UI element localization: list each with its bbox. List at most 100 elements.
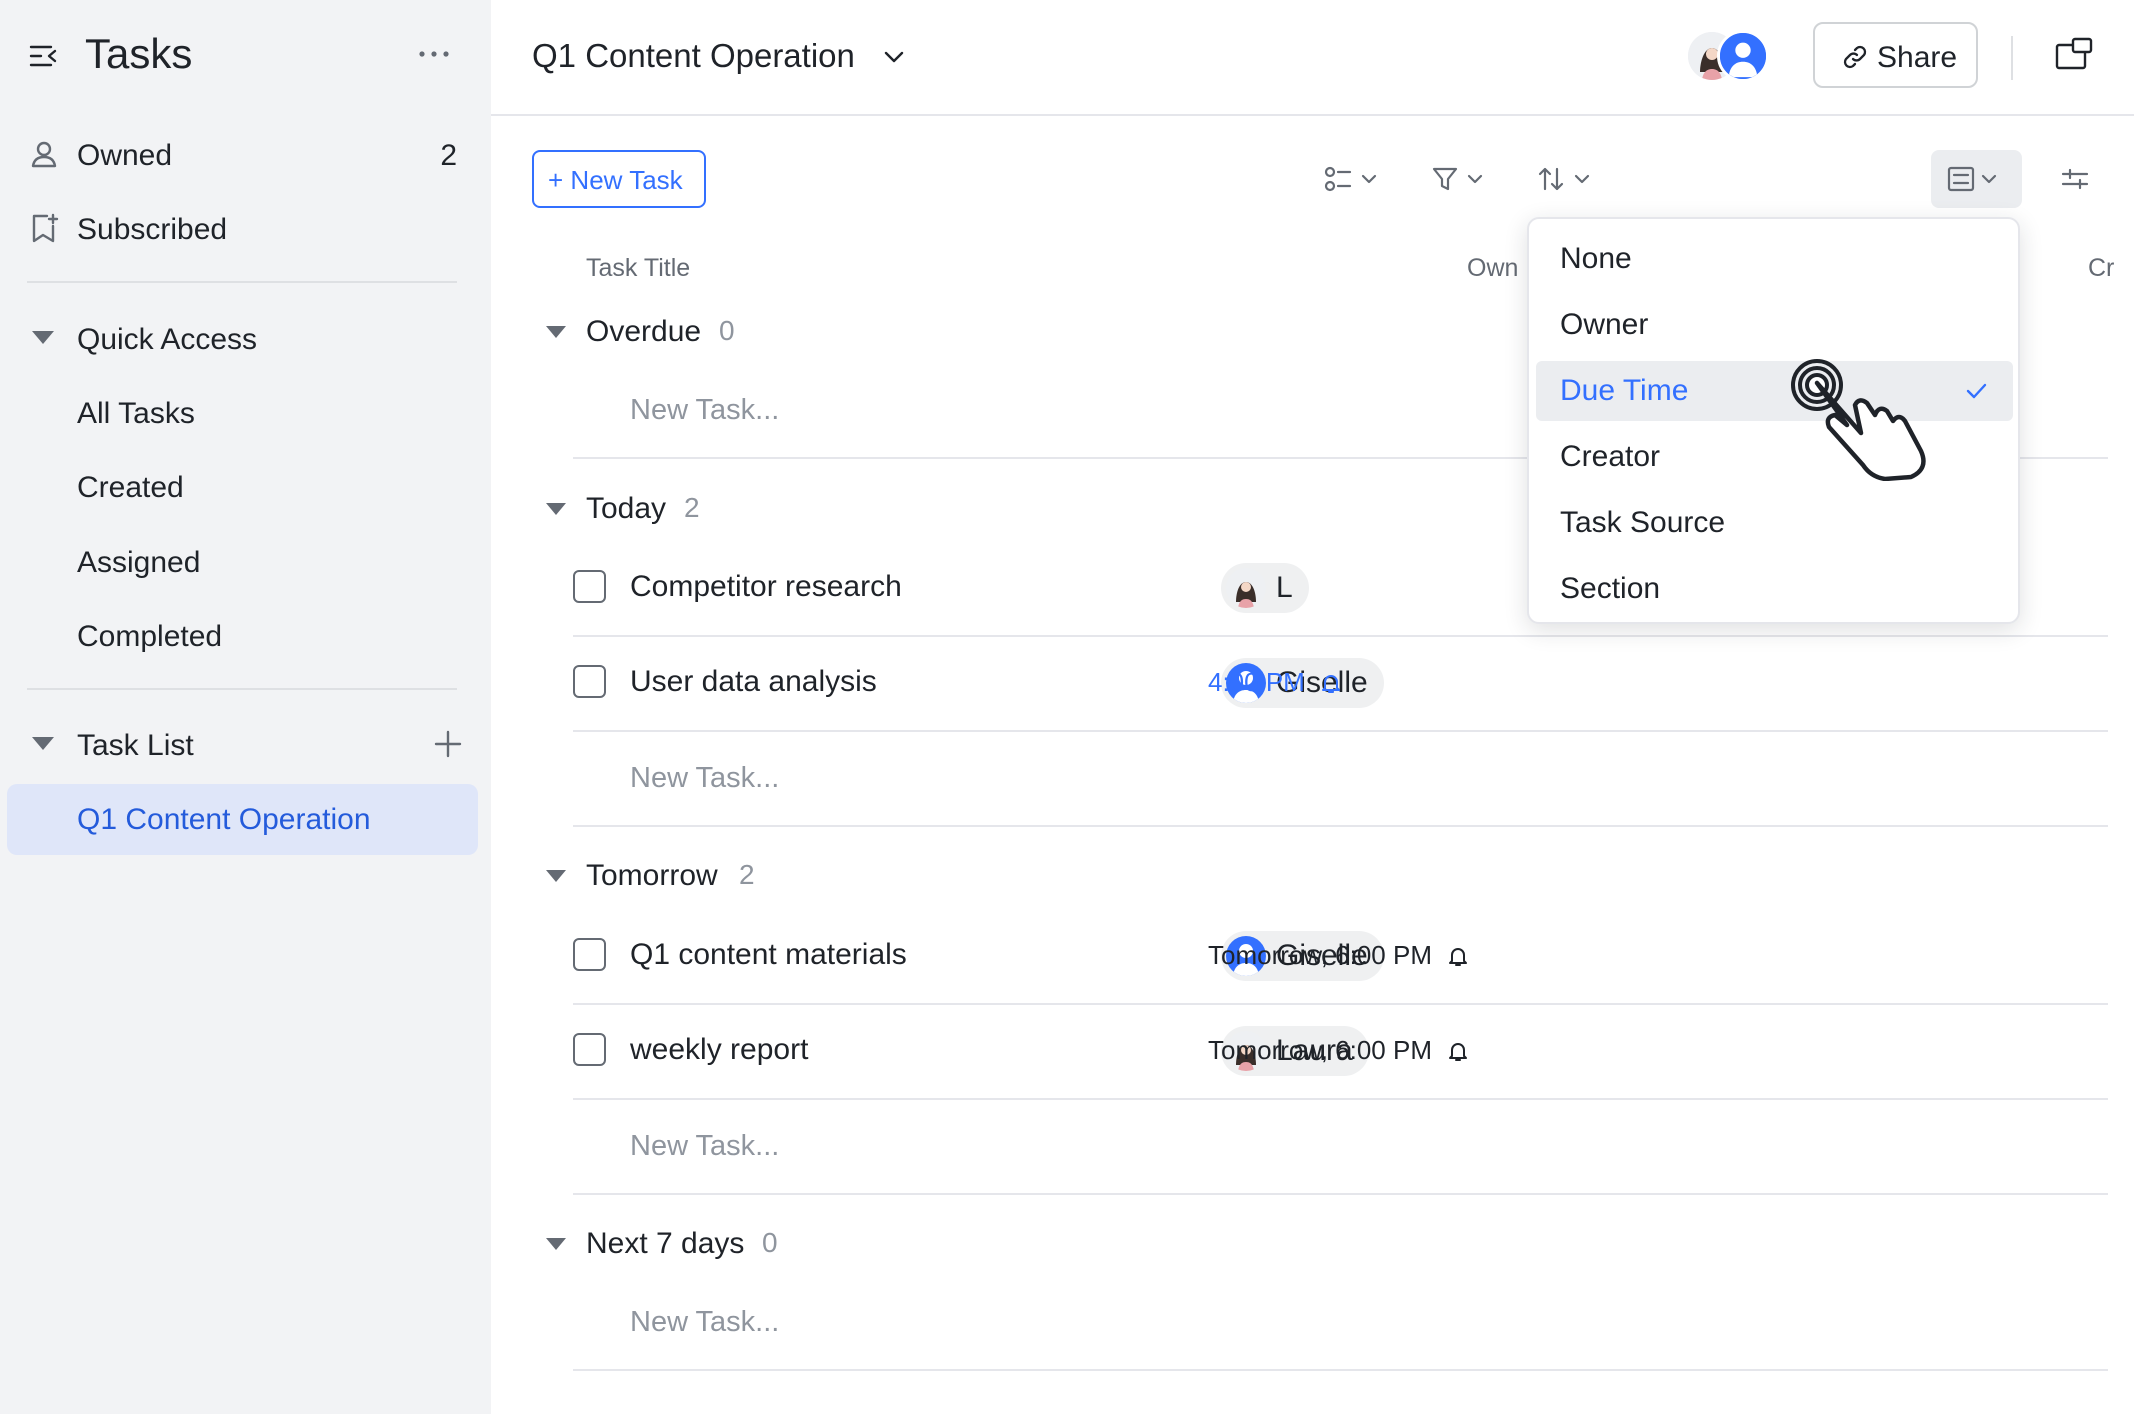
group-count: 0: [719, 315, 735, 346]
collapse-triangle-icon: [546, 503, 566, 515]
group-label: Tomorrow: [586, 859, 718, 892]
menu-item-label: Task Source: [1560, 506, 1726, 539]
menu-item-label: Owner: [1560, 308, 1649, 341]
bookmark-star-icon: [32, 213, 59, 243]
new-task-placeholder: New Task...: [630, 1306, 780, 1338]
open-in-window-icon[interactable]: [2054, 36, 2094, 72]
owner-chip[interactable]: L: [1221, 563, 1309, 613]
due-time-text: Tomorrow, 6:00 PM: [1208, 940, 1432, 970]
task-row[interactable]: User data analysis Giselle 4:00 PM: [573, 637, 2108, 732]
sidebar-section-quick-access[interactable]: Quick Access: [0, 301, 491, 375]
sidebar-divider: [27, 688, 457, 690]
task-title: User data analysis: [630, 665, 877, 698]
filter-icon: [1432, 167, 1483, 191]
sidebar-item-all-tasks[interactable]: All Tasks: [0, 375, 491, 449]
menu-item-label: Creator: [1560, 440, 1661, 473]
group-header-tomorrow[interactable]: Tomorrow 2: [491, 846, 2134, 906]
task-title: Competitor research: [630, 570, 902, 603]
group-by-button[interactable]: [1931, 150, 2022, 208]
sort-button[interactable]: [1538, 150, 1600, 208]
new-task-row[interactable]: New Task...: [573, 732, 2108, 827]
menu-item-none[interactable]: None: [1536, 229, 2013, 289]
filter-button[interactable]: [1431, 150, 1493, 208]
sidebar-item-completed[interactable]: Completed: [0, 598, 491, 672]
more-icon[interactable]: [414, 36, 454, 72]
sidebar-item-assigned[interactable]: Assigned: [0, 524, 491, 598]
share-label: Share: [1877, 41, 1958, 74]
task-checkbox[interactable]: [573, 570, 606, 603]
sidebar-item-label: Q1 Content Operation: [77, 803, 371, 836]
project-title[interactable]: Q1 Content Operation: [532, 37, 855, 75]
task-row[interactable]: Q1 content materials Giselle Tomorrow, 6…: [573, 910, 2108, 1005]
member-avatar[interactable]: [1717, 30, 1769, 82]
collapse-sidebar-icon[interactable]: [28, 40, 60, 72]
sidebar-item-subscribed[interactable]: Subscribed: [0, 191, 491, 265]
sidebar-item-label: Subscribed: [77, 213, 228, 246]
column-header-owner[interactable]: Own: [1467, 254, 1518, 283]
new-task-placeholder: New Task...: [630, 394, 780, 426]
group-count: 2: [684, 492, 700, 523]
new-task-placeholder: New Task...: [630, 762, 780, 794]
due-time[interactable]: 4:00 PM: [1208, 667, 1343, 698]
menu-item-task-source[interactable]: Task Source: [1536, 493, 2013, 553]
menu-item-section[interactable]: Section: [1536, 559, 2013, 619]
task-checkbox[interactable]: [573, 938, 606, 971]
menu-item-label: Due Time: [1560, 374, 1689, 407]
group-list-icon: [1947, 166, 1997, 192]
sidebar-section-task-list[interactable]: Task List: [0, 707, 491, 781]
owner-name: L: [1276, 571, 1293, 604]
group-by-menu: None Owner Due Time Creator Task Source …: [1527, 217, 2020, 624]
section-label: Task List: [77, 729, 194, 762]
check-icon: [1966, 383, 1987, 399]
group-label: Overdue: [586, 315, 702, 348]
bell-icon: [1448, 947, 1467, 966]
new-task-row[interactable]: New Task...: [573, 1100, 2108, 1195]
sidebar: Tasks Owned 2 Subscribed Quick Access Al…: [0, 0, 491, 1414]
due-time-text: 4:00 PM: [1208, 667, 1305, 697]
settings-button[interactable]: [2054, 150, 2094, 208]
menu-item-owner[interactable]: Owner: [1536, 295, 2013, 355]
chevron-down-icon[interactable]: [881, 44, 907, 70]
bell-icon: [1448, 1042, 1467, 1061]
bell-icon: [1321, 674, 1340, 693]
task-checkbox[interactable]: [573, 1033, 606, 1066]
sidebar-item-label: Owned: [77, 139, 173, 172]
owned-count: 2: [440, 139, 457, 172]
section-label: Quick Access: [77, 323, 258, 356]
sidebar-item-owned[interactable]: Owned 2: [0, 117, 491, 191]
group-label: Today: [586, 492, 667, 525]
sidebar-item-label: Assigned: [77, 546, 201, 579]
top-bar: Q1 Content Operation Share: [491, 0, 2134, 116]
due-time[interactable]: Tomorrow, 6:00 PM: [1208, 1035, 1470, 1066]
due-time[interactable]: Tomorrow, 6:00 PM: [1208, 940, 1470, 971]
collapse-triangle-icon: [546, 326, 566, 338]
sidebar-title: Tasks: [85, 30, 193, 77]
woman-avatar-icon: [1226, 568, 1266, 608]
user-avatar-icon: [1720, 33, 1766, 79]
add-task-list-icon[interactable]: [431, 727, 465, 761]
column-header-creator[interactable]: Cr: [2088, 254, 2114, 283]
new-task-row[interactable]: New Task...: [573, 1276, 2108, 1371]
new-task-placeholder: New Task...: [630, 1130, 780, 1162]
task-row[interactable]: weekly report Laura Tomorrow, 6:00 PM: [573, 1005, 2108, 1100]
sidebar-item-label: All Tasks: [77, 397, 195, 430]
collapse-triangle-icon: [32, 737, 54, 750]
adjust-icon: [2061, 168, 2089, 190]
sidebar-item-label: Created: [77, 471, 184, 504]
new-task-button[interactable]: + New Task: [532, 150, 706, 208]
new-task-text: New Task: [570, 165, 683, 195]
fields-button[interactable]: [1323, 150, 1385, 208]
sidebar-item-created[interactable]: Created: [0, 449, 491, 523]
collapse-triangle-icon: [32, 331, 54, 344]
share-button[interactable]: Share: [1813, 22, 1978, 88]
sidebar-divider: [27, 281, 457, 283]
sidebar-item-label: Completed: [77, 620, 223, 653]
due-time-text: Tomorrow, 6:00 PM: [1208, 1035, 1432, 1065]
task-checkbox[interactable]: [573, 665, 606, 698]
link-icon: [1843, 45, 1867, 69]
sidebar-item-q1-content-operation[interactable]: Q1 Content Operation: [7, 784, 478, 855]
group-label: Next 7 days: [586, 1227, 745, 1260]
menu-item-label: None: [1560, 242, 1632, 275]
group-header-next-7-days[interactable]: Next 7 days 0: [491, 1214, 2134, 1274]
column-header-task-title[interactable]: Task Title: [586, 254, 690, 283]
